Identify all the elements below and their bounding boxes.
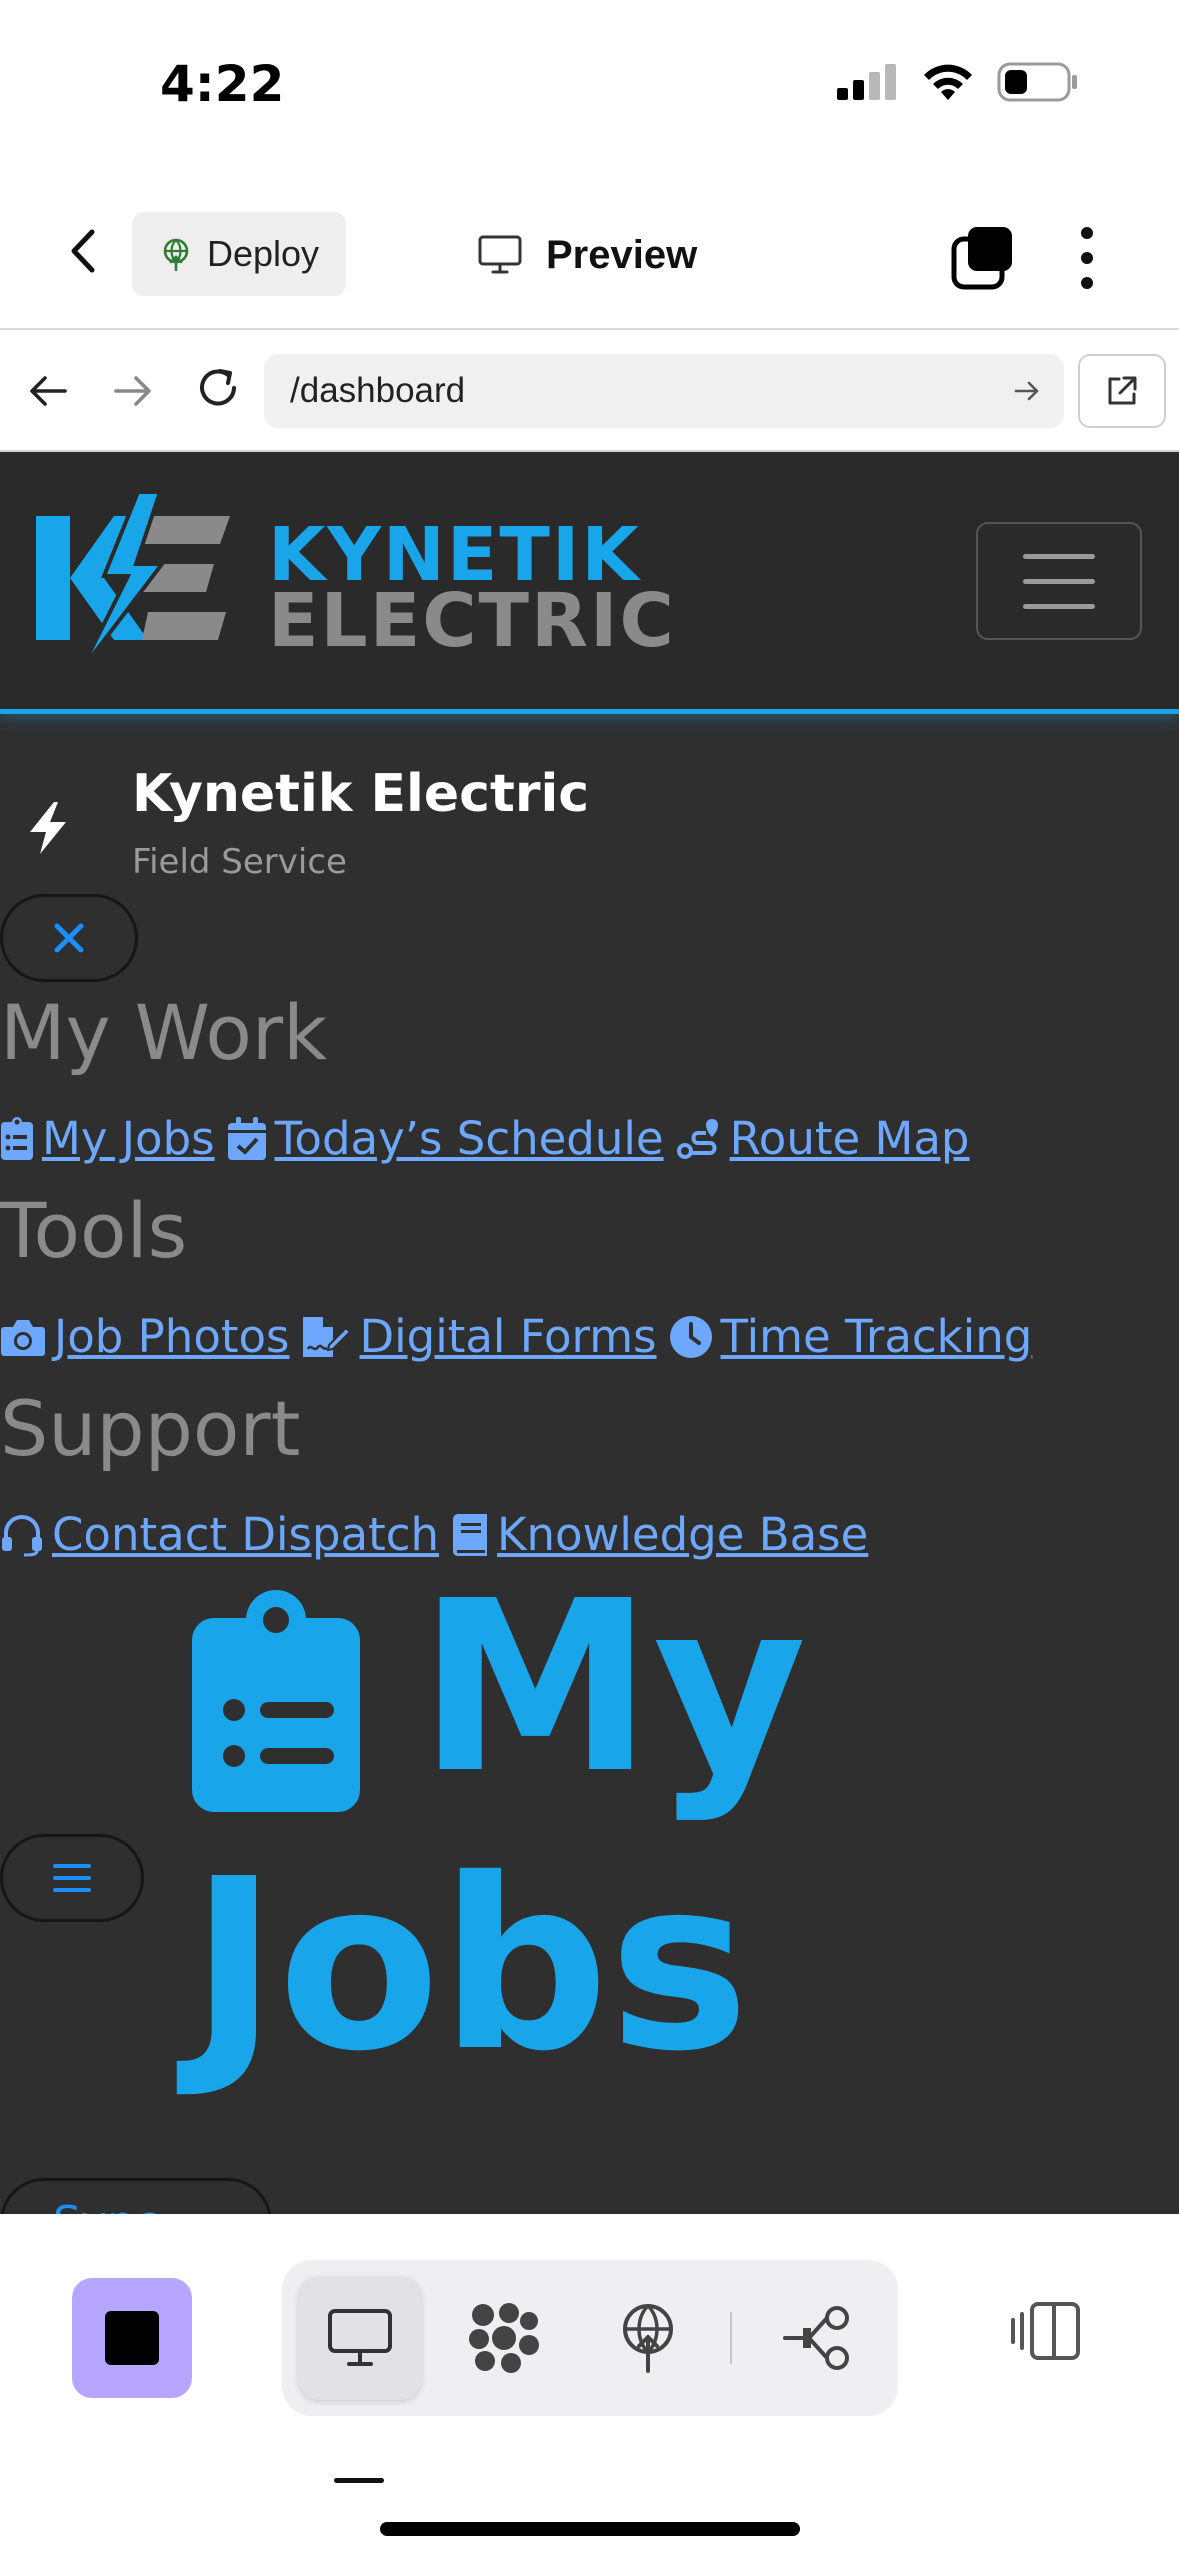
nav-link-contact-dispatch[interactable]: Contact Dispatch bbox=[0, 1508, 439, 1561]
hamburger-bar bbox=[1023, 578, 1095, 584]
toggle-panel-button[interactable] bbox=[1010, 2300, 1082, 2366]
arrow-left-icon bbox=[30, 376, 67, 406]
page-title-line2: Jobs bbox=[190, 1828, 750, 2103]
url-go-button[interactable] bbox=[1012, 376, 1042, 410]
reload-button[interactable] bbox=[192, 362, 244, 418]
arrow-right-icon bbox=[114, 376, 151, 406]
clipboard-list-icon bbox=[190, 1588, 362, 1818]
nav-link-route-map[interactable]: Route Map bbox=[676, 1112, 970, 1165]
open-sidebar-button[interactable] bbox=[0, 1834, 144, 1922]
app-preview-viewport: KYNETIK ELECTRIC Kynetik Electric Field … bbox=[0, 452, 1179, 2214]
hamburger-bar bbox=[1023, 603, 1095, 609]
menu-icon bbox=[53, 1864, 91, 1892]
view-mode-group bbox=[282, 2260, 898, 2416]
url-input[interactable]: /dashboard bbox=[264, 354, 1064, 428]
editor-top-nav: Deploy Preview bbox=[0, 170, 1179, 330]
toolbar-divider bbox=[730, 2312, 732, 2364]
section-heading-tools: Tools bbox=[0, 1186, 188, 1275]
nav-link-label: Route Map bbox=[729, 1112, 970, 1165]
mode-integrations-button[interactable] bbox=[756, 2276, 880, 2400]
tabs-stack-icon bbox=[951, 227, 1012, 290]
active-mode-indicator bbox=[334, 2478, 384, 2483]
tools-links: Job Photos Digital Forms Time Tracking bbox=[0, 1310, 1044, 1363]
status-time: 4:22 bbox=[160, 55, 285, 113]
more-vertical-icon bbox=[1081, 227, 1093, 289]
bottom-toolbar bbox=[0, 2214, 1179, 2556]
chevron-left-icon bbox=[71, 229, 95, 273]
route-icon bbox=[676, 1118, 718, 1159]
arrow-right-icon bbox=[1014, 381, 1039, 401]
nav-link-label: Contact Dispatch bbox=[52, 1508, 440, 1561]
nav-link-my-jobs[interactable]: My Jobs bbox=[0, 1112, 215, 1165]
browser-forward-button[interactable] bbox=[110, 368, 156, 418]
sidebar-brand-title: Kynetik Electric bbox=[132, 764, 590, 824]
cluster-nodes-icon bbox=[469, 2303, 539, 2373]
nav-link-label: Today’s Schedule bbox=[274, 1112, 664, 1165]
nav-link-job-photos[interactable]: Job Photos bbox=[0, 1310, 289, 1363]
navbar-toggle-button[interactable] bbox=[976, 522, 1142, 640]
hamburger-bar bbox=[1023, 553, 1095, 559]
external-link-icon bbox=[1108, 376, 1137, 405]
mode-workflow-button[interactable] bbox=[442, 2276, 566, 2400]
nav-link-todays-schedule[interactable]: Today’s Schedule bbox=[227, 1112, 664, 1165]
bolt-icon bbox=[26, 800, 70, 860]
nav-link-label: Digital Forms bbox=[359, 1310, 657, 1363]
close-icon bbox=[54, 923, 84, 953]
preview-tab[interactable]: Preview bbox=[478, 220, 697, 290]
sync-button[interactable]: Sync bbox=[0, 2178, 272, 2214]
stop-icon bbox=[105, 2311, 159, 2365]
nav-link-label: Job Photos bbox=[54, 1310, 290, 1363]
back-button[interactable] bbox=[60, 226, 110, 276]
battery-low-icon bbox=[997, 62, 1077, 102]
status-icons bbox=[837, 62, 1079, 102]
clock-icon bbox=[669, 1315, 712, 1358]
globe-deploy-icon bbox=[163, 238, 189, 271]
sync-label: Sync bbox=[53, 2197, 159, 2215]
browser-back-button[interactable] bbox=[25, 368, 71, 418]
monitor-icon bbox=[328, 2309, 392, 2366]
file-signature-icon bbox=[303, 1316, 352, 1357]
section-heading-my-work: My Work bbox=[0, 988, 328, 1077]
camera-icon bbox=[1, 1319, 45, 1356]
brand-name-line2: ELECTRIC bbox=[268, 578, 676, 664]
more-options-button[interactable] bbox=[1072, 225, 1102, 291]
close-sidebar-button[interactable] bbox=[0, 894, 138, 982]
stop-button[interactable] bbox=[72, 2278, 192, 2398]
reload-icon bbox=[200, 369, 236, 406]
page-title-line1: My bbox=[418, 1550, 807, 1825]
headset-icon bbox=[2, 1514, 42, 1556]
mode-preview-button[interactable] bbox=[298, 2276, 422, 2400]
wifi-icon bbox=[924, 64, 972, 100]
brand-logo[interactable] bbox=[30, 490, 230, 676]
side-panel-icon bbox=[1011, 2302, 1080, 2360]
status-bar: 4:22 bbox=[0, 0, 1179, 170]
tabs-button[interactable] bbox=[950, 225, 1016, 291]
globe-deploy-icon bbox=[623, 2304, 673, 2373]
url-bar: /dashboard bbox=[0, 330, 1179, 452]
nav-link-time-tracking[interactable]: Time Tracking bbox=[669, 1310, 1033, 1363]
cellular-signal-icon bbox=[837, 64, 896, 100]
connect-nodes-icon bbox=[783, 2306, 849, 2370]
calendar-check-icon bbox=[227, 1116, 266, 1160]
open-external-button[interactable] bbox=[1078, 354, 1166, 428]
monitor-icon bbox=[478, 235, 522, 274]
preview-label: Preview bbox=[546, 232, 698, 277]
my-work-links: My Jobs Today’s Schedule Route Map bbox=[0, 1112, 981, 1165]
deploy-label: Deploy bbox=[206, 233, 320, 274]
sidebar-brand-subtitle: Field Service bbox=[132, 842, 347, 882]
url-text: /dashboard bbox=[290, 371, 466, 410]
nav-link-label: Time Tracking bbox=[720, 1310, 1033, 1363]
mode-deploy-button[interactable] bbox=[586, 2276, 710, 2400]
deploy-button[interactable]: Deploy bbox=[132, 212, 346, 296]
kynetik-logo-icon bbox=[36, 490, 230, 674]
nav-link-label: My Jobs bbox=[42, 1112, 215, 1165]
app-header: KYNETIK ELECTRIC bbox=[0, 452, 1179, 714]
home-indicator bbox=[380, 2522, 800, 2536]
section-heading-support: Support bbox=[0, 1384, 301, 1473]
clipboard-list-icon bbox=[1, 1116, 33, 1160]
nav-link-digital-forms[interactable]: Digital Forms bbox=[301, 1310, 657, 1363]
